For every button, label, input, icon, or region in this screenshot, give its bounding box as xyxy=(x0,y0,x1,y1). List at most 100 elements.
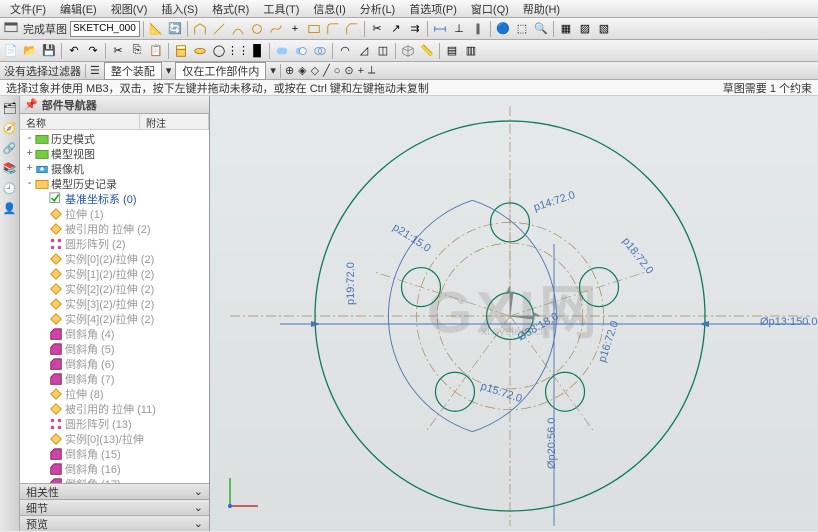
filter-opt2[interactable]: 仅在工作部件内 xyxy=(175,62,266,80)
menu-file[interactable]: 文件(F) xyxy=(4,0,52,18)
snap7-icon[interactable]: + xyxy=(358,65,364,77)
pattern-icon[interactable]: ⋮⋮ xyxy=(229,42,247,60)
tree-item[interactable]: 实例[2](2)/拉伸 (2) xyxy=(20,281,209,296)
assembly-navigator-tab[interactable]: 🗂 xyxy=(2,100,18,116)
tree-item[interactable]: 被引用的 拉伸 (11) xyxy=(20,401,209,416)
filter-icon[interactable]: ☰ xyxy=(90,64,100,77)
profile-icon[interactable] xyxy=(191,20,209,38)
shell-icon[interactable]: ◫ xyxy=(374,42,392,60)
extrude-icon[interactable] xyxy=(172,42,190,60)
hole-icon[interactable]: ◯ xyxy=(210,42,228,60)
menu-prefs[interactable]: 首选项(P) xyxy=(403,0,463,18)
revolve-icon[interactable] xyxy=(191,42,209,60)
tree-item[interactable]: 圆形阵列 (2) xyxy=(20,236,209,251)
intersect-icon[interactable] xyxy=(311,42,329,60)
blend-icon[interactable]: ◠ xyxy=(336,42,354,60)
wireframe-icon[interactable]: ⬚ xyxy=(513,20,531,38)
layer-icon[interactable]: ▤ xyxy=(443,42,461,60)
snap1-icon[interactable]: ⊕ xyxy=(285,64,294,77)
snap6-icon[interactable]: ⊙ xyxy=(344,64,353,77)
line-icon[interactable] xyxy=(210,20,228,38)
filter-arrow-icon[interactable]: ▾ xyxy=(166,64,172,77)
cube-iso-icon[interactable] xyxy=(399,42,417,60)
col-name[interactable]: 名称 xyxy=(20,114,140,129)
filter-arrow2-icon[interactable]: ▾ xyxy=(270,64,276,77)
rectangle-icon[interactable] xyxy=(305,20,323,38)
tree-item[interactable]: 实例[0](2)/拉伸 (2) xyxy=(20,251,209,266)
cut-icon[interactable]: ✂ xyxy=(109,42,127,60)
constraint-icon[interactable]: ⊥ xyxy=(450,20,468,38)
snap5-icon[interactable]: ○ xyxy=(334,65,341,77)
tree-item[interactable]: 实例[3](2)/拉伸 (2) xyxy=(20,296,209,311)
finish-sketch-icon[interactable] xyxy=(2,20,20,38)
menu-window[interactable]: 窗口(Q) xyxy=(465,0,515,18)
tree-item[interactable]: 拉伸 (8) xyxy=(20,386,209,401)
undo-icon[interactable]: ↶ xyxy=(65,42,83,60)
chamfer2-icon[interactable]: ◿ xyxy=(355,42,373,60)
tree-item[interactable]: 圆形阵列 (13) xyxy=(20,416,209,431)
tree-item[interactable]: 倒斜角 (16) xyxy=(20,461,209,476)
tree-item[interactable]: +模型视图 xyxy=(20,146,209,161)
menu-format[interactable]: 格式(R) xyxy=(206,0,255,18)
paste-icon[interactable]: 📋 xyxy=(147,42,165,60)
menu-analyze[interactable]: 分析(L) xyxy=(354,0,401,18)
feature-tree[interactable]: -历史模式+模型视图+摄像机-模型历史记录基准坐标系 (0)拉伸 (1)被引用的… xyxy=(20,130,209,483)
new-icon[interactable]: 📄 xyxy=(2,42,20,60)
tree-item[interactable]: 倒斜角 (17) xyxy=(20,476,209,483)
history-tab[interactable]: 🕘 xyxy=(2,180,18,196)
misc2-icon[interactable]: ▨ xyxy=(576,20,594,38)
snap2-icon[interactable]: ◈ xyxy=(298,64,306,77)
tree-item[interactable]: 倒斜角 (15) xyxy=(20,446,209,461)
point-icon[interactable]: + xyxy=(286,20,304,38)
tree-item[interactable]: +摄像机 xyxy=(20,161,209,176)
menu-info[interactable]: 信息(I) xyxy=(307,0,351,18)
menu-help[interactable]: 帮助(H) xyxy=(517,0,566,18)
misc3-icon[interactable]: ▧ xyxy=(595,20,613,38)
offset-icon[interactable]: ⇉ xyxy=(406,20,424,38)
shade-icon[interactable]: 🔵 xyxy=(494,20,512,38)
copy-icon[interactable]: ⎘ xyxy=(128,42,146,60)
unite-icon[interactable] xyxy=(273,42,291,60)
view-fit-icon[interactable]: 🔍 xyxy=(532,20,550,38)
tree-item[interactable]: 倒斜角 (5) xyxy=(20,341,209,356)
part-navigator-tab[interactable]: 🧭 xyxy=(2,120,18,136)
tree-item[interactable]: 被引用的 拉伸 (2) xyxy=(20,221,209,236)
reuse-library-tab[interactable]: 📚 xyxy=(2,160,18,176)
tree-item[interactable]: 基准坐标系 (0) xyxy=(20,191,209,206)
graphics-area[interactable]: GXI网 xl.system.cn Øp13:150.0p14:72.0p15:… xyxy=(210,96,818,531)
tree-item[interactable]: -历史模式 xyxy=(20,131,209,146)
extend-icon[interactable]: ↗ xyxy=(387,20,405,38)
tree-item[interactable]: -模型历史记录 xyxy=(20,176,209,191)
arc-icon[interactable] xyxy=(229,20,247,38)
mirror-icon[interactable]: ▐▌ xyxy=(248,42,266,60)
subtract-icon[interactable] xyxy=(292,42,310,60)
accordion-details[interactable]: 细节 ⌄ xyxy=(20,499,209,515)
tree-item[interactable]: 实例[4](2)/拉伸 (2) xyxy=(20,311,209,326)
redo-icon[interactable]: ↷ xyxy=(84,42,102,60)
tree-item[interactable]: 倒斜角 (7) xyxy=(20,371,209,386)
pin-icon[interactable]: 📌 xyxy=(24,98,38,111)
update-icon[interactable]: 🔄 xyxy=(166,20,184,38)
tree-item[interactable]: 实例[1](2)/拉伸 (2) xyxy=(20,266,209,281)
accordion-dependency[interactable]: 相关性 ⌄ xyxy=(20,483,209,499)
menu-edit[interactable]: 编辑(E) xyxy=(54,0,103,18)
layer2-icon[interactable]: ▥ xyxy=(462,42,480,60)
snap4-icon[interactable]: ╱ xyxy=(323,64,330,77)
menu-tools[interactable]: 工具(T) xyxy=(257,0,305,18)
tree-item[interactable]: 倒斜角 (6) xyxy=(20,356,209,371)
spline-icon[interactable] xyxy=(267,20,285,38)
tree-item[interactable]: 倒斜角 (4) xyxy=(20,326,209,341)
snap8-icon[interactable]: ⟂ xyxy=(368,64,375,77)
snap3-icon[interactable]: ◇ xyxy=(311,64,319,77)
fillet-icon[interactable] xyxy=(324,20,342,38)
geo-constraint-icon[interactable]: ∥ xyxy=(469,20,487,38)
open-icon[interactable]: 📂 xyxy=(21,42,39,60)
filter-opt1[interactable]: 整个装配 xyxy=(104,62,162,80)
tree-item[interactable]: 拉伸 (1) xyxy=(20,206,209,221)
trim-icon[interactable]: ✂ xyxy=(368,20,386,38)
col-note[interactable]: 附注 xyxy=(140,114,209,129)
chamfer-icon[interactable] xyxy=(343,20,361,38)
sketch-name-combo[interactable] xyxy=(70,21,140,37)
accordion-preview[interactable]: 预览 ⌄ xyxy=(20,515,209,531)
tree-item[interactable]: 实例[0](13)/拉伸 xyxy=(20,431,209,446)
